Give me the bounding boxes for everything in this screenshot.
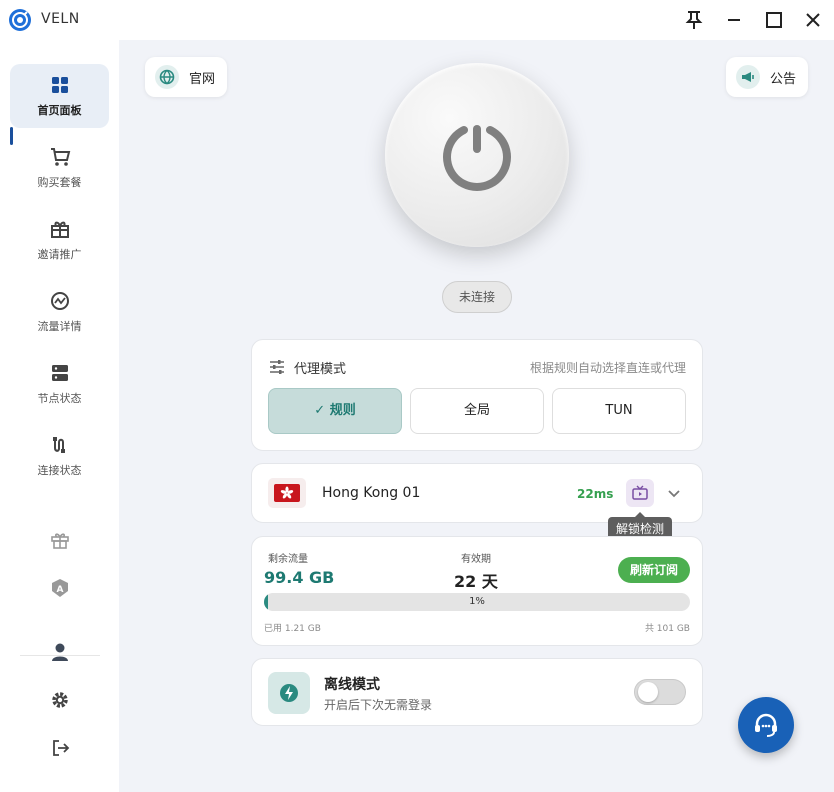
total-traffic: 共 101 GB	[644, 624, 690, 634]
main-panel: 官网 公告 未连接 代理模式 根据规则自动选择直连或代理 ✓ 规则 全局 TUN…	[119, 40, 834, 792]
notice-button[interactable]: 公告	[726, 57, 808, 97]
tv-icon	[632, 485, 648, 500]
proxy-mode-card: 代理模式 根据规则自动选择直连或代理 ✓ 规则 全局 TUN	[251, 339, 703, 451]
offline-mode-description: 开启后下次无需登录	[324, 698, 433, 712]
power-button[interactable]	[385, 63, 569, 247]
proxy-mode-hint: 根据规则自动选择直连或代理	[529, 361, 686, 375]
sidebar-item-label: 首页面板	[37, 104, 82, 117]
validity-value: 22 天	[454, 572, 498, 591]
offline-mode-toggle[interactable]	[634, 679, 686, 705]
used-traffic: 已用 1.21 GB	[264, 624, 321, 634]
remaining-traffic-label: 剩余流量	[268, 554, 308, 565]
support-button[interactable]	[738, 697, 794, 753]
maximize-icon[interactable]	[762, 8, 786, 32]
traffic-card: 剩余流量 99.4 GB 有效期 22 天 刷新订阅 1% 已用 1.21 GB…	[251, 536, 703, 646]
hong-kong-flag-icon	[268, 478, 306, 508]
sidebar-item-label: 节点状态	[37, 392, 82, 405]
close-icon[interactable]	[801, 8, 825, 32]
sidebar-item-connection[interactable]: 连接状态	[10, 424, 109, 488]
minimize-icon[interactable]	[722, 8, 746, 32]
app-logo-icon	[9, 9, 31, 31]
toggle-knob	[638, 682, 658, 702]
sidebar-item-dashboard[interactable]: 首页面板	[10, 64, 109, 128]
sidebar: 首页面板 购买套餐 邀请推广 流量详情 节点状态 连接状态 A	[0, 40, 119, 792]
chevron-down-icon[interactable]	[664, 483, 684, 503]
mode-tun-button[interactable]: TUN	[552, 388, 686, 434]
website-button[interactable]: 官网	[145, 57, 227, 97]
node-latency: 22ms	[577, 487, 614, 501]
sidebar-item-label: 购买套餐	[37, 176, 82, 189]
gift-icon[interactable]	[49, 529, 71, 551]
svg-text:A: A	[57, 585, 64, 595]
mode-rule-button[interactable]: ✓ 规则	[268, 388, 402, 434]
dashboard-icon	[49, 74, 71, 96]
sidebar-item-purchase[interactable]: 购买套餐	[10, 136, 109, 200]
traffic-chart-icon	[49, 290, 71, 312]
sliders-icon	[270, 360, 284, 374]
gift-box-icon	[49, 218, 71, 240]
pin-icon[interactable]	[682, 8, 706, 32]
sidebar-item-invite[interactable]: 邀请推广	[10, 208, 109, 272]
node-name: Hong Kong 01	[322, 485, 421, 501]
sidebar-item-label: 邀请推广	[37, 248, 82, 261]
unlock-test-button[interactable]	[626, 479, 654, 507]
app-title: VELN	[41, 11, 80, 27]
badge-a-icon[interactable]: A	[49, 577, 71, 599]
refresh-subscription-button[interactable]: 刷新订阅	[618, 557, 690, 583]
gear-icon[interactable]	[49, 689, 71, 711]
validity-label: 有效期	[461, 554, 491, 565]
logout-icon[interactable]	[49, 737, 71, 759]
server-icon	[49, 362, 71, 384]
power-icon	[443, 125, 511, 192]
user-icon[interactable]	[49, 641, 71, 663]
proxy-mode-title: 代理模式	[294, 362, 347, 377]
lightning-icon	[268, 672, 310, 714]
cart-icon	[49, 146, 71, 168]
active-indicator	[10, 127, 13, 145]
globe-icon	[155, 65, 179, 89]
sidebar-item-label: 流量详情	[37, 320, 82, 333]
sidebar-item-nodes[interactable]: 节点状态	[10, 352, 109, 416]
title-bar: VELN	[0, 0, 834, 40]
headset-icon	[755, 713, 777, 737]
plug-icon	[49, 434, 71, 456]
traffic-progress-text: 1%	[469, 596, 485, 607]
megaphone-icon	[736, 65, 760, 89]
mode-global-button[interactable]: 全局	[410, 388, 544, 434]
offline-mode-card: 离线模式 开启后下次无需登录	[251, 658, 703, 726]
sidebar-item-traffic[interactable]: 流量详情	[10, 280, 109, 344]
remaining-traffic-value: 99.4 GB	[264, 568, 335, 587]
sidebar-item-label: 连接状态	[37, 464, 82, 477]
traffic-progress-bar: 1%	[264, 593, 690, 611]
offline-mode-title: 离线模式	[324, 677, 380, 693]
connection-status-badge: 未连接	[442, 281, 512, 313]
